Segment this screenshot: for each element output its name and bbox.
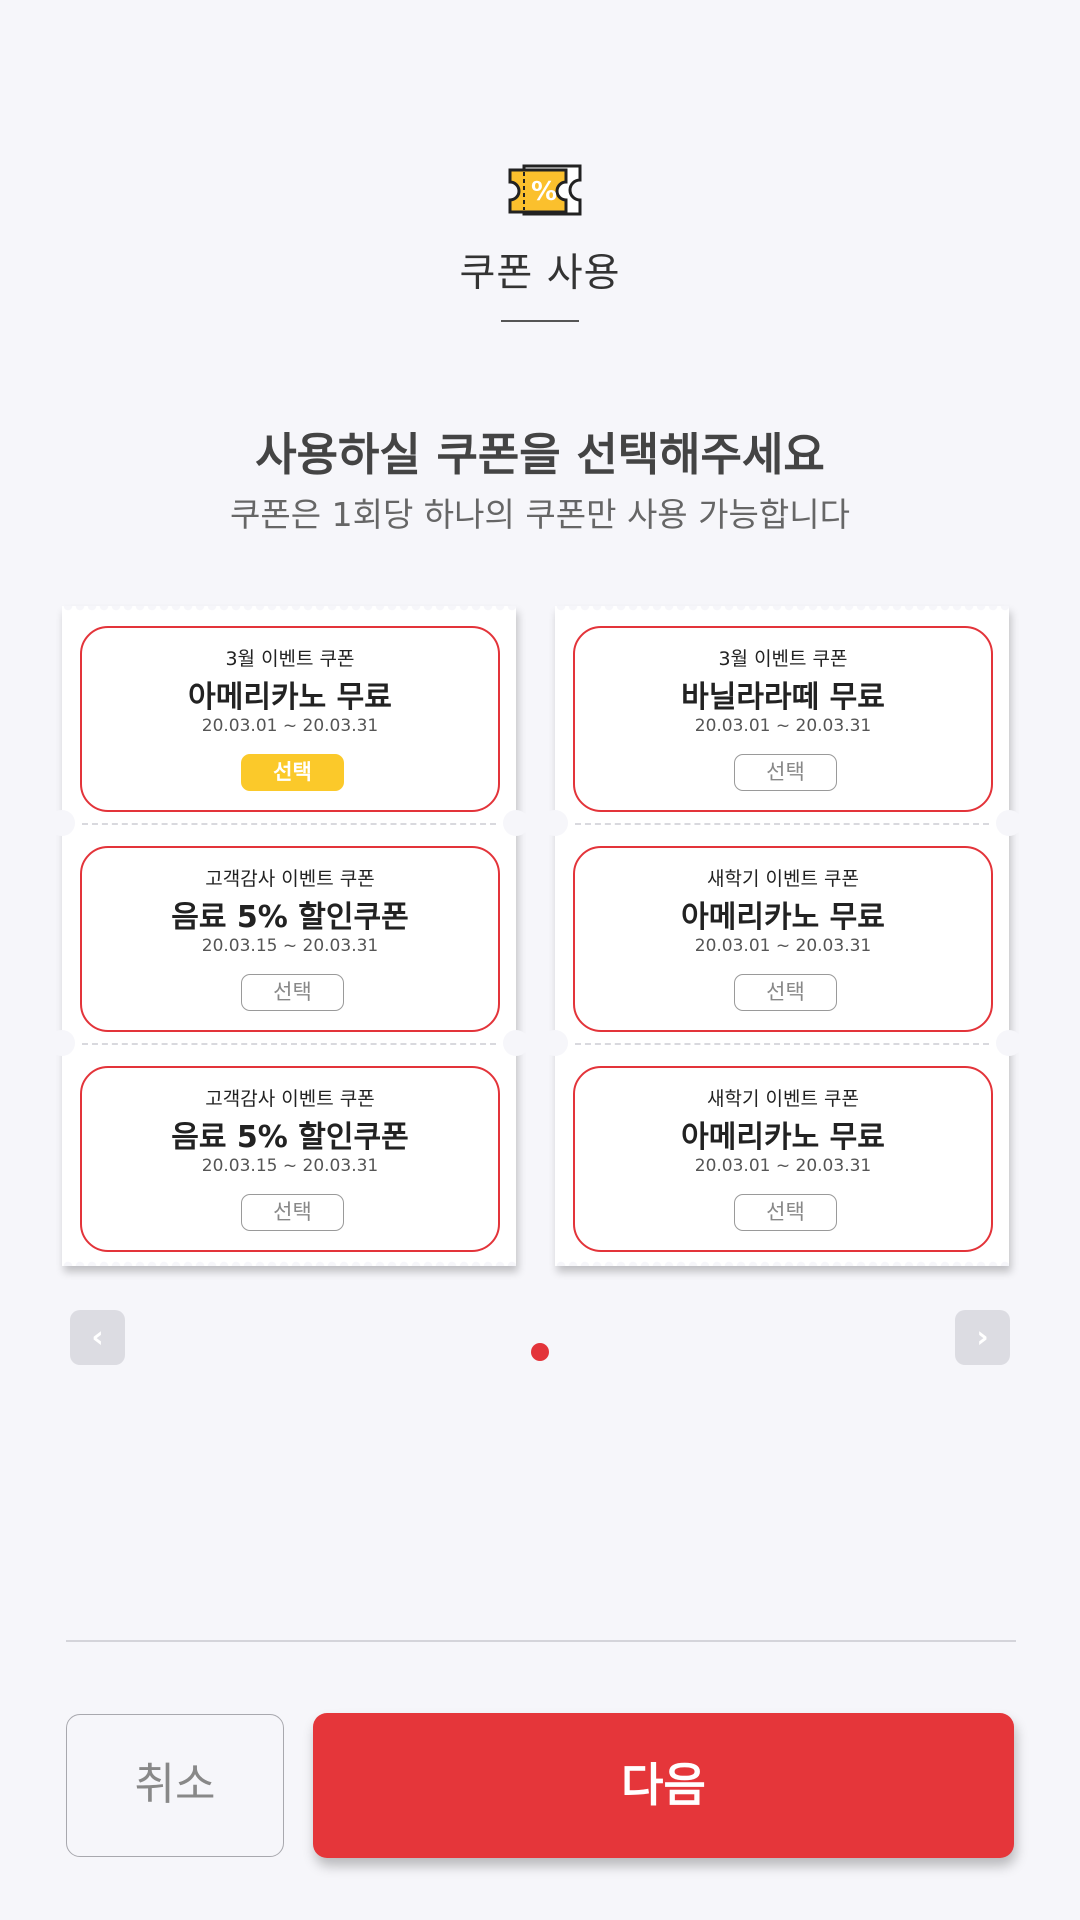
ticket-notch [542,1030,568,1056]
coupon-event-name: 3월 이벤트 쿠폰 [718,648,848,670]
coupon-percent-icon: % [508,164,582,216]
coupon-title: 아메리카노 무료 [681,900,885,935]
coupon-select-button[interactable]: 선택 [241,1194,344,1231]
coupon-title: 음료 5% 할인쿠폰 [171,1120,409,1155]
coupon-column-right: 3월 이벤트 쿠폰 바닐라라떼 무료 20.03.01 ~ 20.03.31 선… [542,606,1022,1266]
coupon-card[interactable]: 새학기 이벤트 쿠폰 아메리카노 무료 20.03.01 ~ 20.03.31 … [573,846,993,1032]
coupon-card[interactable]: 3월 이벤트 쿠폰 바닐라라떼 무료 20.03.01 ~ 20.03.31 선… [573,626,993,812]
ticket-notch [996,1030,1022,1056]
coupon-select-button[interactable]: 선택 [241,754,344,791]
scallop-edge [62,606,516,614]
coupon-event-name: 3월 이벤트 쿠폰 [225,648,355,670]
coupon-card[interactable]: 고객감사 이벤트 쿠폰 음료 5% 할인쿠폰 20.03.15 ~ 20.03.… [80,1066,500,1252]
coupon-card[interactable]: 3월 이벤트 쿠폰 아메리카노 무료 20.03.01 ~ 20.03.31 선… [80,626,500,812]
instruction-subtitle: 쿠폰은 1회당 하나의 쿠폰만 사용 가능합니다 [230,495,850,534]
footer-divider [66,1640,1016,1642]
coupon-title: 아메리카노 무료 [188,680,392,715]
coupon-period: 20.03.15 ~ 20.03.31 [201,1156,379,1176]
perforation-line [82,823,496,825]
coupon-icon-glyph: % [531,177,557,207]
coupon-period: 20.03.15 ~ 20.03.31 [201,936,379,956]
chevron-left-icon: ‹ [91,1320,104,1355]
coupon-column-left: 3월 이벤트 쿠폰 아메리카노 무료 20.03.01 ~ 20.03.31 선… [49,606,529,1266]
perforation-line [575,823,989,825]
coupon-period: 20.03.01 ~ 20.03.31 [694,1156,872,1176]
ticket-notch [503,810,529,836]
title-divider [501,320,579,322]
coupon-select-button[interactable]: 선택 [734,974,837,1011]
page-title: 쿠폰 사용 [459,251,621,296]
coupon-select-button[interactable]: 선택 [734,1194,837,1231]
ticket-notch [49,1030,75,1056]
coupon-title: 바닐라라떼 무료 [681,680,885,715]
coupon-card[interactable]: 새학기 이벤트 쿠폰 아메리카노 무료 20.03.01 ~ 20.03.31 … [573,1066,993,1252]
scallop-edge [555,1258,1009,1266]
coupon-event-name: 고객감사 이벤트 쿠폰 [205,1088,375,1110]
perforation-line [82,1043,496,1045]
page-indicator-dot [531,1343,549,1361]
coupon-title: 음료 5% 할인쿠폰 [171,900,409,935]
coupon-select-button[interactable]: 선택 [734,754,837,791]
coupon-card[interactable]: 고객감사 이벤트 쿠폰 음료 5% 할인쿠폰 20.03.15 ~ 20.03.… [80,846,500,1032]
scallop-edge [555,606,1009,614]
ticket-notch [542,810,568,836]
next-page-button[interactable]: › [955,1310,1010,1365]
coupon-event-name: 새학기 이벤트 쿠폰 [707,868,859,890]
ticket-notch [503,1030,529,1056]
coupon-period: 20.03.01 ~ 20.03.31 [694,936,872,956]
coupon-select-button[interactable]: 선택 [241,974,344,1011]
coupon-event-name: 새학기 이벤트 쿠폰 [707,1088,859,1110]
perforation-line [575,1043,989,1045]
instruction-title: 사용하실 쿠폰을 선택해주세요 [255,428,825,481]
scallop-edge [62,1258,516,1266]
chevron-right-icon: › [976,1320,989,1355]
prev-page-button[interactable]: ‹ [70,1310,125,1365]
ticket-notch [996,810,1022,836]
ticket-notch [49,810,75,836]
coupon-period: 20.03.01 ~ 20.03.31 [694,716,872,736]
coupon-period: 20.03.01 ~ 20.03.31 [201,716,379,736]
cancel-button[interactable]: 취소 [66,1714,284,1857]
next-button[interactable]: 다음 [313,1713,1014,1858]
coupon-title: 아메리카노 무료 [681,1120,885,1155]
coupon-event-name: 고객감사 이벤트 쿠폰 [205,868,375,890]
